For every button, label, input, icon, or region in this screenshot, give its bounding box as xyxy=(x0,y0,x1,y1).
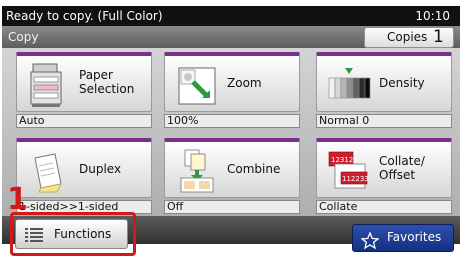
paper-selection-status: Auto xyxy=(16,114,152,128)
zoom-status: 100% xyxy=(164,114,300,128)
combine-status: Off xyxy=(164,200,300,214)
collate-offset-icon: 123123 112233 xyxy=(328,151,369,189)
star-icon xyxy=(361,232,379,250)
copies-count: 1 xyxy=(433,27,444,47)
combine-button[interactable]: Combine xyxy=(164,138,300,198)
density-button[interactable]: Density xyxy=(316,52,452,112)
functions-button[interactable]: Functions xyxy=(15,219,128,249)
svg-text:112233: 112233 xyxy=(342,175,369,183)
status-message: Ready to copy. (Full Color) xyxy=(6,9,163,23)
density-status: Normal 0 xyxy=(316,114,452,128)
copies-button[interactable]: Copies 1 xyxy=(364,27,454,48)
paper-selection-label: Paper Selection xyxy=(79,68,135,96)
functions-label: Functions xyxy=(54,227,112,241)
duplex-button[interactable]: Duplex xyxy=(16,138,152,198)
zoom-button[interactable]: Zoom xyxy=(164,52,300,112)
title-bar: Copy Copies 1 xyxy=(2,26,460,48)
paper-selection-icon xyxy=(30,63,62,107)
density-icon xyxy=(328,68,371,99)
tile-duplex: Duplex 1-sided>>1-sided xyxy=(16,138,154,214)
collate-offset-button[interactable]: 123123 112233 Collate/ Offset xyxy=(316,138,452,198)
list-icon xyxy=(25,228,43,242)
combine-icon xyxy=(180,149,214,193)
collate-offset-label: Collate/ Offset xyxy=(379,154,425,182)
copy-screen: Ready to copy. (Full Color) 10:10 Copy C… xyxy=(0,0,473,267)
duplex-label: Duplex xyxy=(79,162,122,176)
tile-combine: Combine Off xyxy=(164,138,302,214)
combine-label: Combine xyxy=(227,162,281,176)
svg-text:123123: 123123 xyxy=(331,156,358,164)
tile-paper-selection: Paper Selection Auto xyxy=(16,52,154,128)
status-time: 10:10 xyxy=(415,9,450,23)
screen-title: Copy xyxy=(8,30,39,44)
tile-zoom: Zoom 100% xyxy=(164,52,302,128)
zoom-icon xyxy=(178,67,216,105)
zoom-label: Zoom xyxy=(227,76,262,90)
tile-density: Density Normal 0 xyxy=(316,52,454,128)
step-number-callout: 1 xyxy=(7,182,28,217)
tile-collate-offset: 123123 112233 Collate/ Offset Collate xyxy=(316,138,454,214)
status-bar: Ready to copy. (Full Color) 10:10 xyxy=(2,6,460,26)
paper-selection-button[interactable]: Paper Selection xyxy=(16,52,152,112)
copies-label: Copies xyxy=(387,30,428,44)
density-label: Density xyxy=(379,76,425,90)
collate-offset-status: Collate xyxy=(316,200,452,214)
duplex-icon xyxy=(34,153,62,193)
favorites-label: Favorites xyxy=(387,230,442,244)
favorites-button[interactable]: Favorites xyxy=(352,224,454,252)
